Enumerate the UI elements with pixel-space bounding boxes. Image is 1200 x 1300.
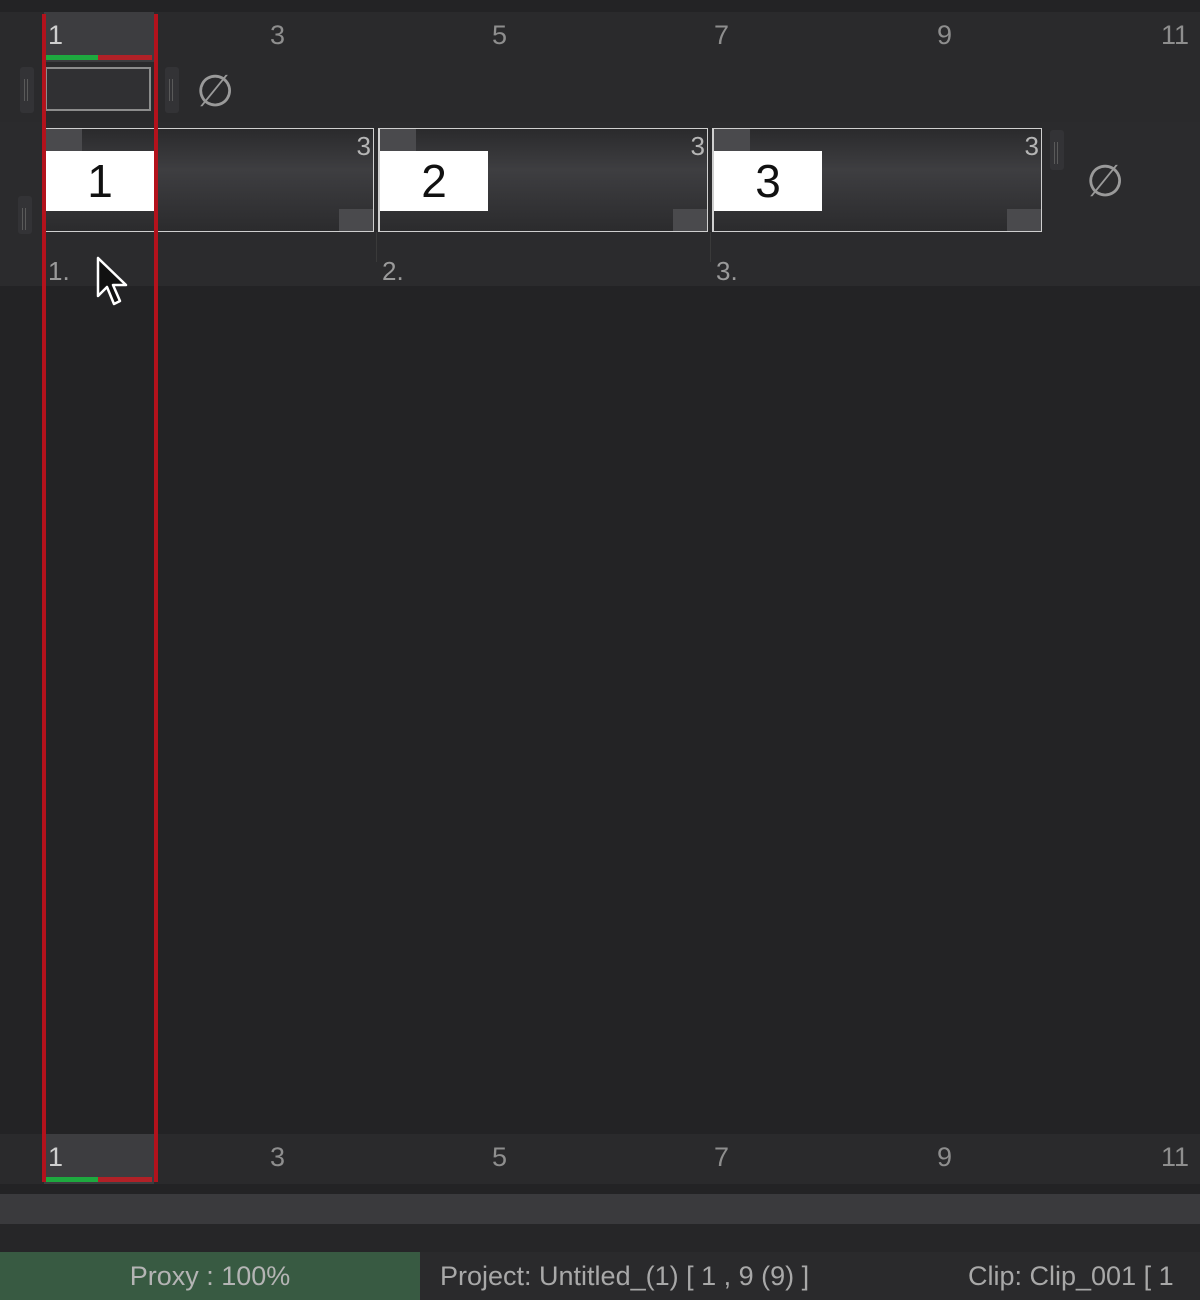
clip-separator [710,232,711,262]
clip-separator [376,232,377,262]
clip-trim-handle-end[interactable] [673,209,707,231]
horizontal-scrollbar[interactable] [0,1194,1200,1224]
clip-2[interactable]: 2 3 [378,128,708,232]
timeline-ruler-top[interactable]: 1 3 5 7 9 11 [0,12,1200,62]
ruler-tick: 5 [492,20,508,50]
ruler-tick: 7 [714,1142,730,1172]
status-bar: Proxy : 100% Project: Untitled_(1) [ 1 ,… [0,1252,1200,1300]
clip-label: 2. [382,256,404,286]
ruler-tick: 3 [270,20,286,50]
right-drag-handle[interactable] [165,67,179,113]
clip-duration: 3 [356,131,371,161]
ruler-tick: 5 [492,1142,508,1172]
clip-duration: 3 [690,131,705,161]
clip-thumbnail: 2 [380,151,488,211]
ruler-tick: 9 [937,20,953,50]
proxy-status[interactable]: Proxy : 100% [0,1252,420,1300]
ruler-tick: 9 [937,1142,953,1172]
track-left-handle[interactable] [18,196,32,234]
clip-label: 3. [716,256,738,286]
ruler-tick: 3 [270,1142,286,1172]
clip-trim-handle-end[interactable] [339,209,373,231]
clip-thumbnail: 3 [714,151,822,211]
mouse-pointer-icon [96,256,128,306]
timeline-ruler-bottom[interactable]: 1 3 5 7 9 11 [0,1134,1200,1184]
clip-trim-handle-start[interactable] [714,129,750,151]
clip-trim-handle-start[interactable] [380,129,416,151]
project-info: Project: Untitled_(1) [ 1 , 9 (9) ] [440,1261,810,1291]
track-right-handle[interactable] [1050,130,1064,170]
empty-set-icon[interactable]: ∅ [196,70,234,114]
clip-duration: 3 [1024,131,1039,161]
ruler-tick: 7 [714,20,730,50]
track-header-row [0,62,1200,122]
clip-info: Clip: Clip_001 [ 1 [968,1261,1174,1291]
left-drag-handle[interactable] [20,67,34,113]
ruler-tick: 11 [1161,20,1190,50]
scrollbar-track [0,1224,1200,1252]
playhead[interactable] [42,14,158,1182]
clip-trim-handle-end[interactable] [1007,209,1041,231]
clip-3[interactable]: 3 3 [712,128,1042,232]
ruler-tick: 11 [1161,1142,1190,1172]
empty-set-icon[interactable]: ∅ [1086,160,1124,204]
